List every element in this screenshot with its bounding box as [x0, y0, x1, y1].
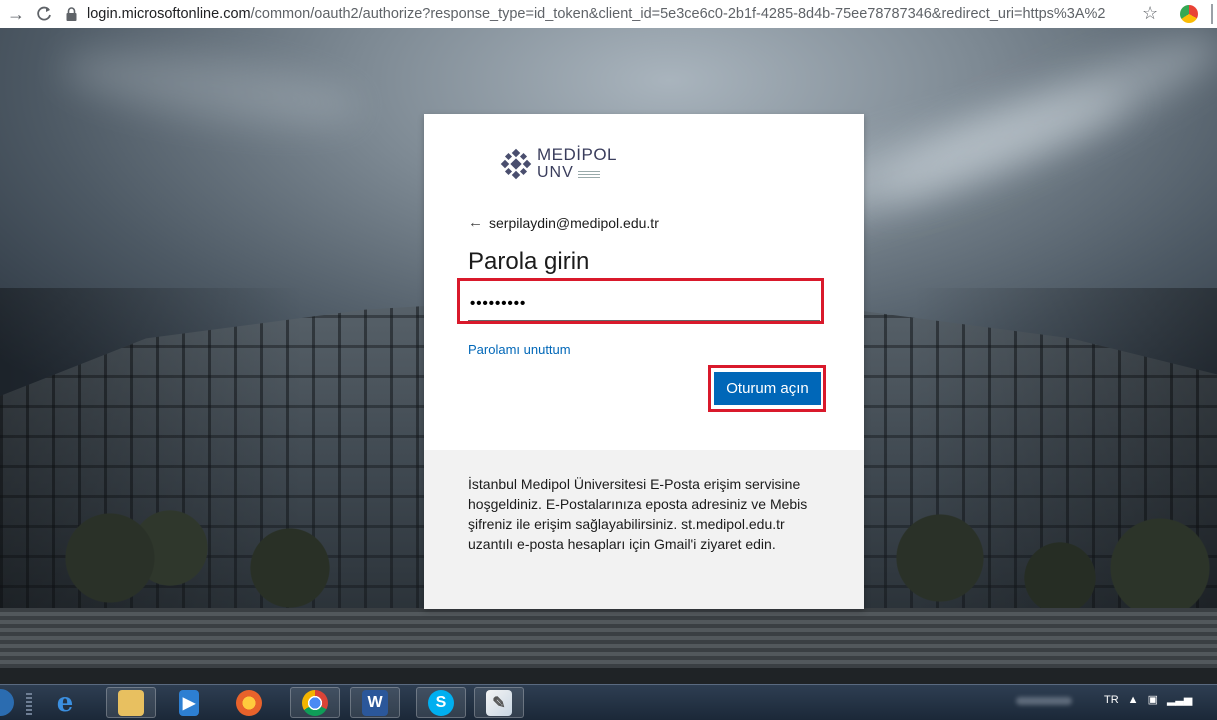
medipol-logo: MEDİPOL UNV: [500, 146, 617, 181]
url-path: /common/oauth2/authorize?response_type=i…: [250, 6, 1106, 22]
paint-icon[interactable]: ✎: [474, 687, 524, 718]
forgot-password-link[interactable]: Parolamı unuttum: [468, 342, 571, 357]
taskbar-grip: [26, 691, 32, 715]
info-panel: İstanbul Medipol Üniversitesi E-Posta er…: [424, 450, 864, 609]
system-tray: TR ▲ ▣ ▂▃▅: [1104, 693, 1201, 707]
url-domain: login.microsoftonline.com: [87, 6, 251, 22]
firefox-icon[interactable]: [224, 687, 274, 718]
signin-button[interactable]: Oturum açın: [714, 372, 821, 405]
account-identity[interactable]: ← serpilaydin@medipol.edu.tr: [468, 214, 659, 231]
blurred-user-area: [1016, 697, 1072, 705]
info-text: İstanbul Medipol Üniversitesi E-Posta er…: [468, 476, 808, 552]
browser-toolbar: → login.microsoftonline.com/common/oauth…: [0, 0, 1217, 28]
chrome-icon[interactable]: [290, 687, 340, 718]
internet-explorer-icon[interactable]: e: [40, 687, 90, 718]
star-icon[interactable]: ☆: [1142, 3, 1158, 24]
logo-sub: UNV: [537, 164, 574, 181]
account-email: serpilaydin@medipol.edu.tr: [489, 214, 659, 231]
forward-arrow-icon[interactable]: →: [4, 2, 28, 26]
taskbar: e ▶ W S ✎ TR ▲ ▣ ▂▃▅: [0, 684, 1217, 720]
address-bar[interactable]: login.microsoftonline.com/common/oauth2/…: [66, 6, 1106, 22]
tray-expand-icon[interactable]: ▲: [1128, 694, 1139, 706]
reload-icon[interactable]: [32, 2, 56, 26]
media-player-icon[interactable]: ▶: [164, 687, 214, 718]
logo-brand: MEDİPOL: [537, 145, 618, 164]
password-masked-value: •••••••••: [470, 295, 527, 312]
logo-tagline: [577, 168, 600, 178]
back-arrow-icon[interactable]: ←: [468, 214, 483, 231]
file-explorer-icon[interactable]: [106, 687, 156, 718]
lock-icon: [66, 7, 77, 21]
medipol-logo-icon: [500, 148, 532, 179]
divider: [1211, 4, 1213, 24]
skype-icon[interactable]: S: [416, 687, 466, 718]
extension-icon[interactable]: [1180, 5, 1198, 23]
network-icon[interactable]: ▣: [1148, 693, 1158, 706]
login-card: MEDİPOL UNV ← serpilaydin@medipol.edu.tr…: [424, 114, 864, 609]
start-button[interactable]: [0, 689, 14, 716]
language-indicator[interactable]: TR: [1104, 694, 1119, 706]
word-icon[interactable]: W: [350, 687, 400, 718]
signal-icon[interactable]: ▂▃▅: [1167, 693, 1192, 706]
page-title: Parola girin: [468, 248, 590, 275]
